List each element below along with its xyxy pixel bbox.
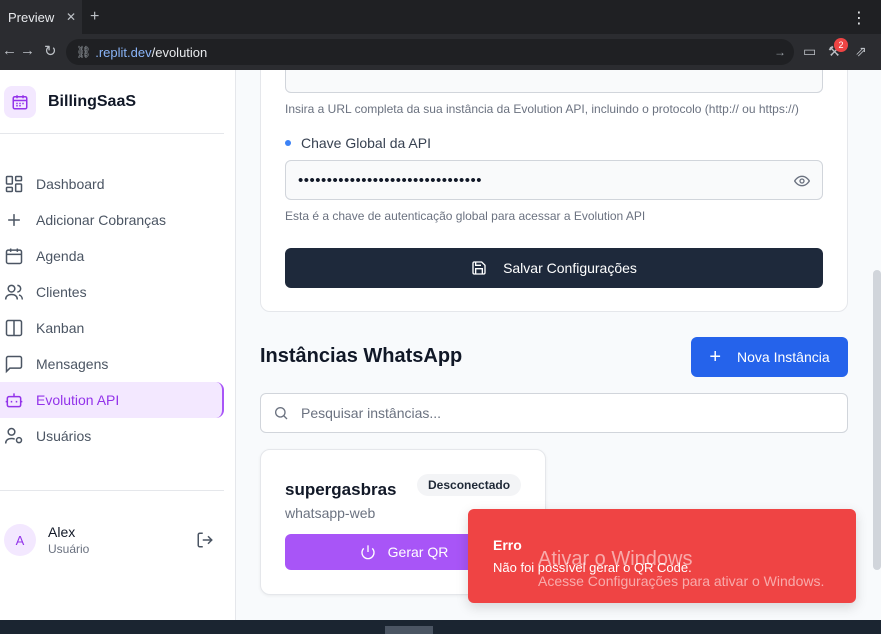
toast-message: Não foi possível gerar o QR Code. bbox=[493, 560, 692, 575]
brand-name: BillingSaaS bbox=[48, 93, 137, 110]
sidebar-nav: Dashboard Adicionar Cobranças Agenda Cli… bbox=[0, 166, 224, 454]
url-domain: .replit.dev bbox=[95, 44, 152, 60]
sidebar-item-label: Dashboard bbox=[36, 176, 105, 192]
brand: BillingSaaS bbox=[4, 86, 136, 118]
arrow-right-icon[interactable]: → bbox=[774, 45, 786, 59]
browser-tabbar: Preview ✕ + ⋮ bbox=[0, 0, 881, 34]
close-icon[interactable]: ✕ bbox=[66, 10, 76, 24]
save-config-label: Salvar Configurações bbox=[503, 260, 637, 276]
user-cog-icon bbox=[4, 427, 23, 444]
reload-icon[interactable]: ↻ bbox=[44, 42, 57, 60]
eye-icon[interactable] bbox=[794, 173, 810, 189]
sidebar: BillingSaaS Dashboard Adicionar Cobrança… bbox=[0, 70, 236, 620]
browser-toolbar: ← → ↻ ⛓ .replit.dev /evolution → ▭ ⚒ 2 ⇗ bbox=[0, 34, 881, 70]
new-instance-button[interactable]: + Nova Instância bbox=[691, 337, 848, 377]
kanban-icon bbox=[5, 319, 23, 337]
browser-tab[interactable]: Preview ✕ bbox=[0, 0, 82, 34]
sidebar-item-agenda[interactable]: Agenda bbox=[0, 238, 224, 274]
api-url-field[interactable] bbox=[285, 70, 823, 93]
save-config-button[interactable]: Salvar Configurações bbox=[285, 248, 823, 288]
sidebar-item-label: Kanban bbox=[36, 320, 85, 336]
sidebar-divider bbox=[0, 133, 224, 134]
taskbar-item[interactable] bbox=[385, 626, 433, 634]
new-tab-icon[interactable]: + bbox=[90, 8, 99, 26]
sidebar-item-dashboard[interactable]: Dashboard bbox=[0, 166, 224, 202]
sidebar-item-kanban[interactable]: Kanban bbox=[0, 310, 224, 346]
search-icon bbox=[275, 407, 288, 420]
search-bar bbox=[260, 393, 848, 433]
message-icon bbox=[5, 355, 23, 374]
error-toast[interactable]: Erro Não foi possível gerar o QR Code. bbox=[468, 509, 856, 603]
plus-icon: + bbox=[709, 346, 722, 368]
url-path: /evolution bbox=[151, 44, 208, 60]
api-url-help: Insira a URL completa da sua instância d… bbox=[285, 102, 799, 116]
back-icon[interactable]: ← bbox=[2, 42, 17, 59]
avatar: A bbox=[4, 524, 36, 556]
users-icon bbox=[4, 284, 24, 300]
tab-title: Preview bbox=[8, 9, 55, 25]
user-role: Usuário bbox=[48, 542, 90, 556]
evolution-config-card: Insira a URL completa da sua instância d… bbox=[260, 70, 848, 312]
generate-qr-label: Gerar QR bbox=[387, 544, 449, 560]
power-icon bbox=[361, 545, 375, 560]
instances-title: Instâncias WhatsApp bbox=[260, 345, 463, 367]
bot-icon bbox=[5, 393, 23, 408]
forward-icon[interactable]: → bbox=[20, 42, 35, 59]
address-bar[interactable]: ⛓ .replit.dev /evolution → bbox=[66, 39, 794, 65]
sidebar-item-evolution-api[interactable]: Evolution API bbox=[0, 382, 224, 418]
api-key-label-text: Chave Global da API bbox=[301, 135, 431, 151]
external-link-icon[interactable]: ⇗ bbox=[855, 43, 867, 60]
api-key-value: •••••••••••••••••••••••••••••••• bbox=[298, 171, 483, 189]
dashboard-icon bbox=[5, 175, 23, 193]
api-key-label: Chave Global da API bbox=[285, 135, 431, 151]
sidebar-item-adicionar-cobrancas[interactable]: Adicionar Cobranças bbox=[0, 202, 224, 238]
calendar-icon bbox=[5, 248, 23, 265]
sidebar-item-label: Clientes bbox=[36, 284, 87, 300]
sidebar-item-usuarios[interactable]: Usuários bbox=[0, 418, 224, 454]
api-key-help: Esta é a chave de autenticação global pa… bbox=[285, 209, 646, 223]
sidebar-item-label: Evolution API bbox=[36, 392, 120, 408]
sidebar-item-label: Adicionar Cobranças bbox=[36, 212, 166, 228]
user-profile: A Alex Usuário bbox=[4, 524, 214, 556]
taskbar bbox=[0, 620, 881, 634]
sidebar-item-label: Mensagens bbox=[36, 356, 109, 372]
user-name: Alex bbox=[48, 524, 76, 540]
sidebar-item-clientes[interactable]: Clientes bbox=[0, 274, 224, 310]
menu-icon[interactable]: ⋮ bbox=[851, 8, 867, 28]
plus-icon bbox=[8, 214, 20, 226]
field-dot-icon bbox=[285, 140, 291, 146]
toast-title: Erro bbox=[493, 537, 522, 553]
instance-name: supergasbras bbox=[285, 480, 397, 499]
sidebar-item-label: Usuários bbox=[36, 428, 92, 444]
api-key-field[interactable]: •••••••••••••••••••••••••••••••• bbox=[285, 160, 823, 200]
monitor-icon[interactable]: ▭ bbox=[803, 43, 816, 60]
sidebar-item-label: Agenda bbox=[36, 248, 85, 264]
scrollbar[interactable] bbox=[873, 270, 881, 570]
sidebar-divider bbox=[0, 490, 224, 491]
instance-type: whatsapp-web bbox=[285, 505, 376, 521]
logout-icon[interactable] bbox=[196, 531, 214, 549]
link-icon: ⛓ bbox=[76, 45, 92, 59]
search-input[interactable] bbox=[301, 405, 821, 421]
new-instance-label: Nova Instância bbox=[737, 349, 830, 365]
notification-badge: 2 bbox=[834, 38, 848, 52]
calendar-icon bbox=[4, 86, 36, 118]
save-icon bbox=[472, 261, 486, 275]
sidebar-item-mensagens[interactable]: Mensagens bbox=[0, 346, 224, 382]
status-badge: Desconectado bbox=[417, 474, 522, 496]
